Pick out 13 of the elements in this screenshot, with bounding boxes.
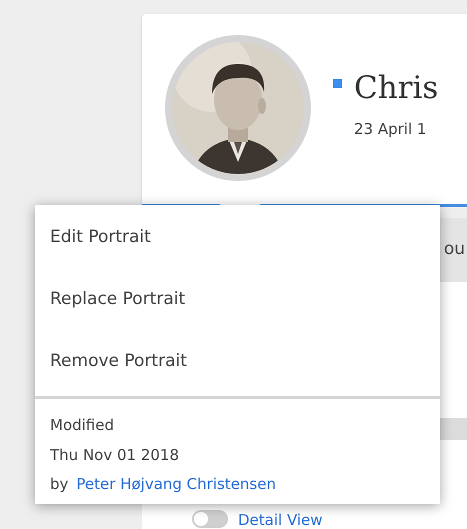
person-name: Chris: [354, 73, 438, 104]
modified-date: Thu Nov 01 2018: [50, 444, 180, 466]
bullet-icon: [333, 79, 342, 88]
author-link[interactable]: Peter Højvang Christensen: [76, 473, 276, 496]
detail-view-link[interactable]: Detail View: [238, 513, 323, 528]
modified-label: Modified: [50, 415, 116, 436]
toggle-switch[interactable]: [192, 510, 228, 528]
by-label: by: [50, 474, 68, 495]
birth-date: 23 April 1: [353, 119, 428, 140]
menu-item[interactable]: Remove Portrait: [35, 331, 440, 393]
tab-label[interactable]: ou: [444, 237, 465, 263]
menu-item[interactable]: Edit Portrait: [35, 207, 440, 269]
menu-item[interactable]: Replace Portrait: [35, 269, 440, 331]
